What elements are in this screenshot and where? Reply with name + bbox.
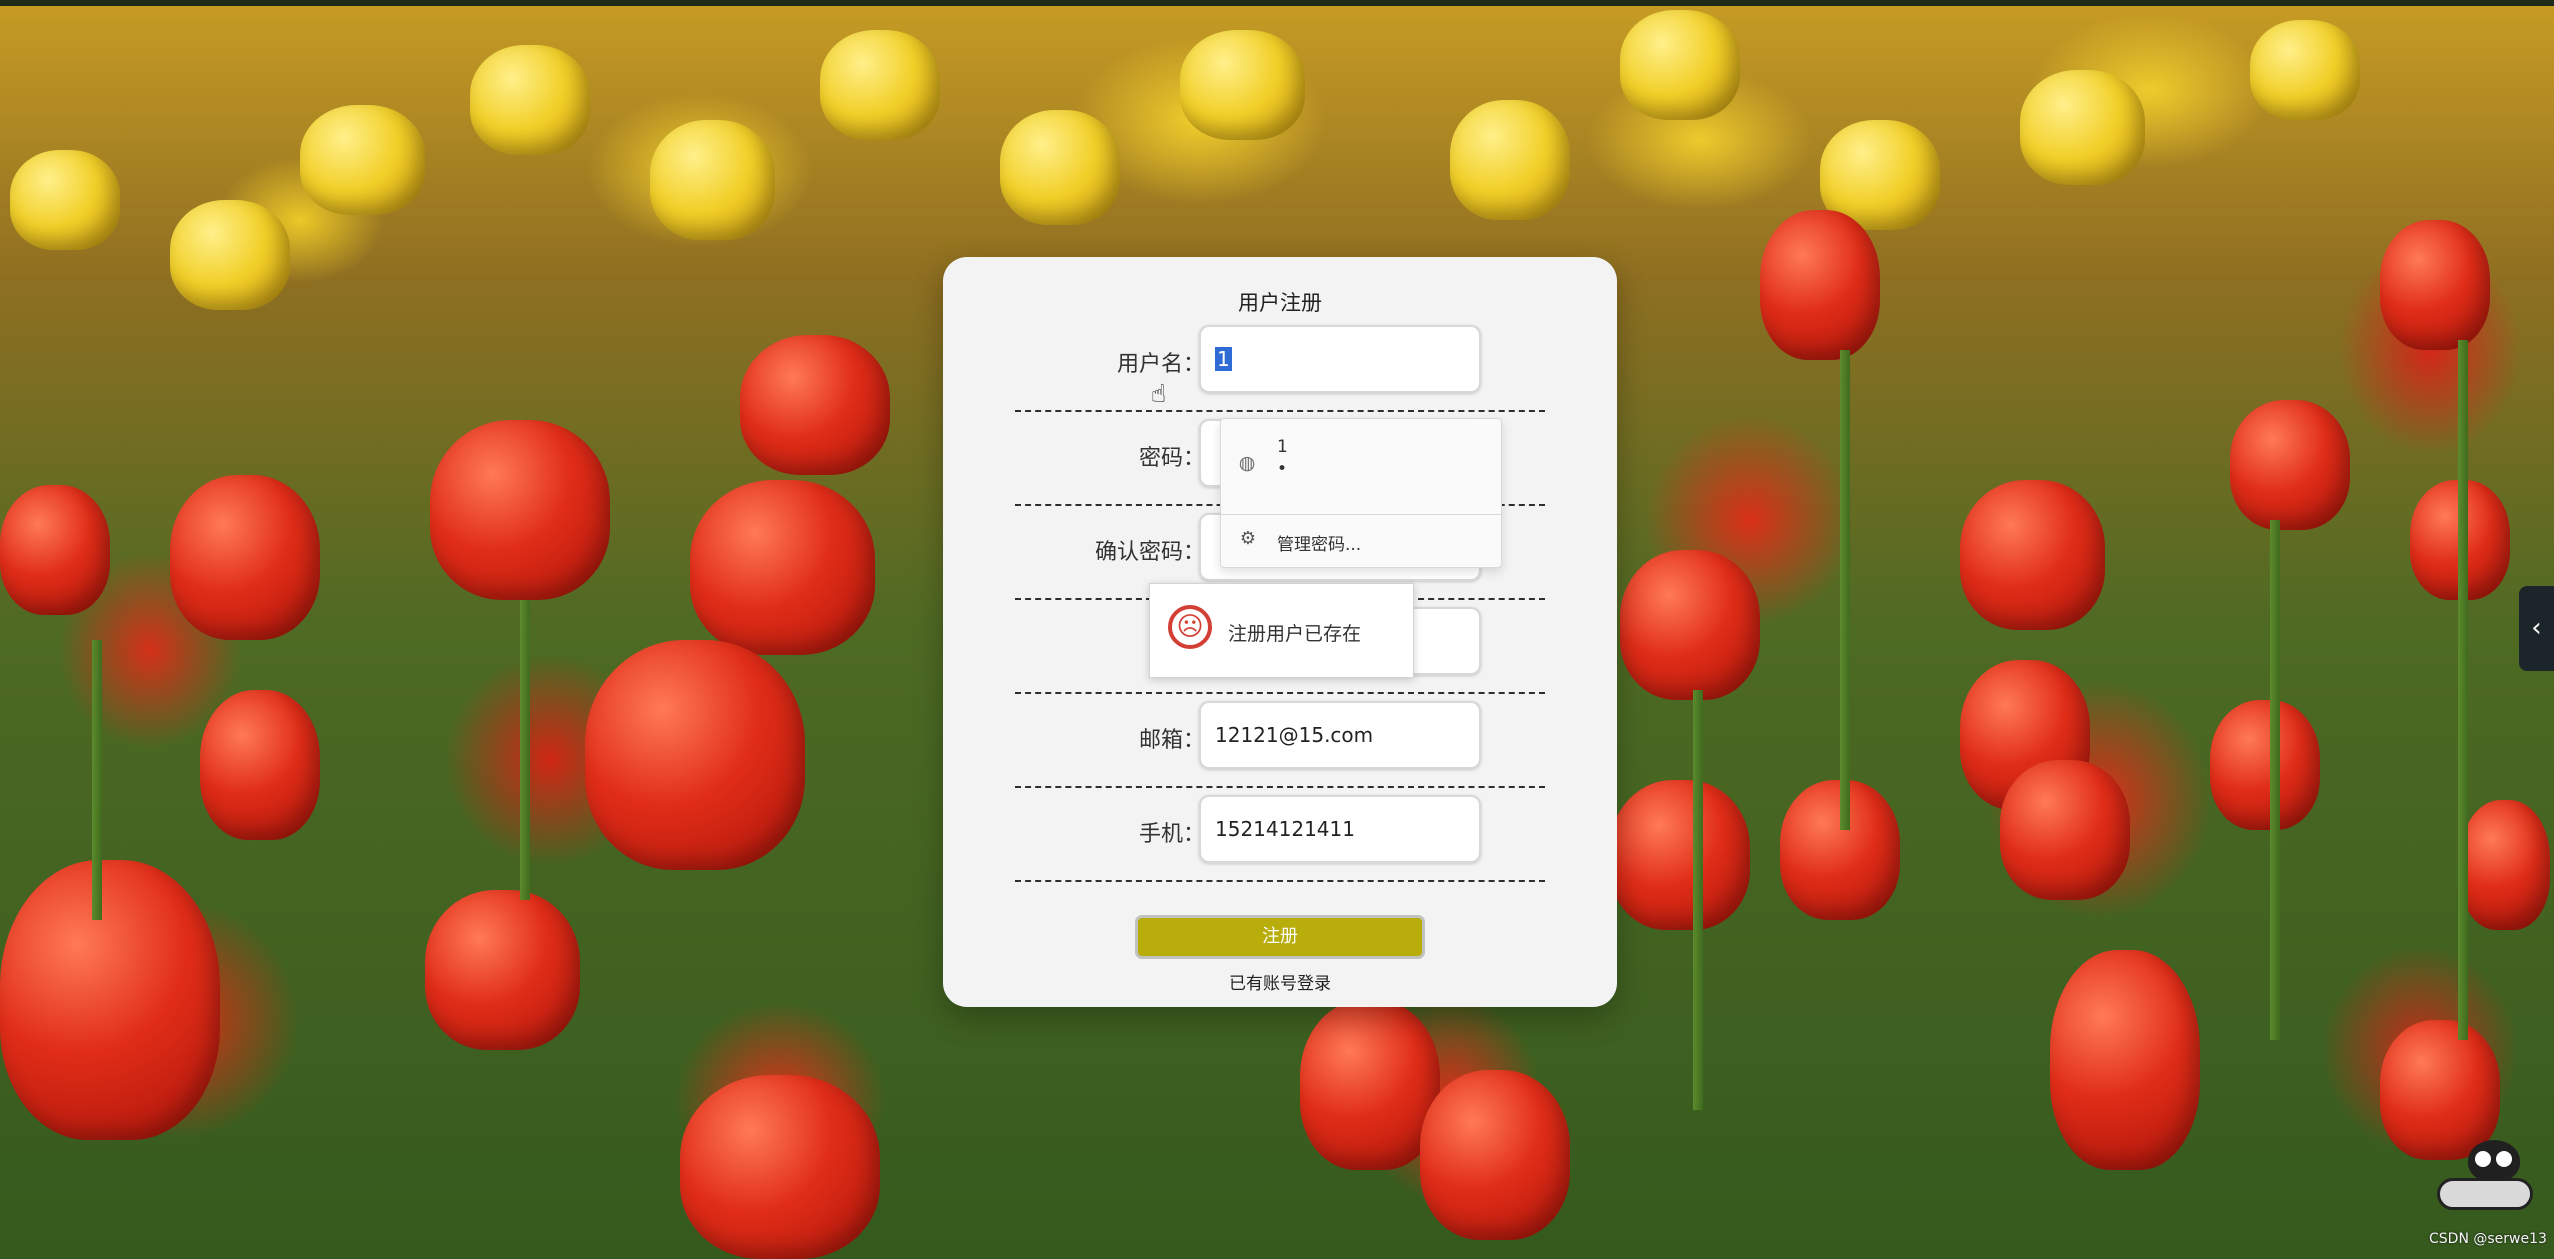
yellow-tulip <box>2250 20 2360 120</box>
email-row: 邮箱： 12121@15.com <box>1015 691 1545 788</box>
yellow-tulip <box>2020 70 2145 185</box>
yellow-tulip <box>470 45 590 155</box>
yellow-tulip <box>1000 110 1120 225</box>
red-tulip <box>740 335 890 475</box>
red-tulip <box>2230 400 2350 530</box>
red-tulip <box>0 860 220 1140</box>
gear-icon: ⚙ <box>1239 528 1257 549</box>
yellow-tulip <box>650 120 775 240</box>
red-tulip <box>0 485 110 615</box>
yellow-tulip <box>1450 100 1570 220</box>
mascot-eye <box>2475 1151 2491 1167</box>
login-link[interactable]: 已有账号登录 <box>943 969 1617 994</box>
red-tulip <box>585 640 805 870</box>
saved-credential-item[interactable]: ◍ 1 • <box>1221 419 1501 515</box>
yellow-tulip <box>820 30 940 140</box>
username-label: 用户名： <box>1116 352 1205 377</box>
red-tulip <box>1760 210 1880 360</box>
red-tulip <box>2380 220 2490 350</box>
email-input[interactable]: 12121@15.com <box>1199 701 1481 769</box>
page-title: 用户注册 <box>1238 291 1322 315</box>
phone-input[interactable]: 15214121411 <box>1199 795 1481 863</box>
red-tulip <box>1620 550 1760 700</box>
manage-passwords-item[interactable]: ⚙ 管理密码... <box>1221 515 1501 567</box>
tulip-stem <box>1840 350 1850 830</box>
yellow-tulip <box>1620 10 1740 120</box>
tulip-stem <box>2458 340 2468 1040</box>
tulip-stem <box>520 600 530 900</box>
phone-label: 手机： <box>1138 822 1205 847</box>
red-tulip <box>2000 760 2130 900</box>
yellow-tulip <box>170 200 290 310</box>
mascot-logo <box>2420 1132 2533 1210</box>
email-label: 邮箱： <box>1138 728 1205 753</box>
red-tulip <box>170 475 320 640</box>
top-border <box>0 0 2554 6</box>
password-label: 密码： <box>1138 446 1205 471</box>
tulip-stem <box>1693 690 1703 1110</box>
username-input[interactable]: 1 <box>1199 325 1481 393</box>
red-tulip <box>2050 950 2200 1170</box>
username-row: 用户名： 1 <box>1015 315 1545 412</box>
globe-icon: ◍ <box>1238 452 1256 474</box>
manage-passwords-label: 管理密码... <box>1277 535 1362 555</box>
hand-cursor-icon: ☝ <box>1151 379 1167 408</box>
tulip-stem <box>2270 520 2280 1040</box>
yellow-tulip <box>1180 30 1305 140</box>
register-button[interactable]: 注册 <box>1135 915 1425 959</box>
yellow-tulip <box>10 150 120 250</box>
red-tulip <box>2210 700 2320 830</box>
csdn-watermark: CSDN @serwe13 <box>2429 1231 2547 1247</box>
mascot-body <box>2437 1178 2533 1210</box>
red-tulip <box>1420 1070 1570 1240</box>
mascot-eye <box>2496 1151 2512 1167</box>
red-tulip <box>430 420 610 600</box>
error-toast: ☹ 注册用户已存在 <box>1149 583 1414 678</box>
chevron-left-icon[interactable]: ‹ <box>2519 586 2554 671</box>
red-tulip <box>2460 800 2550 930</box>
confirm-password-label: 确认密码： <box>1094 540 1205 565</box>
red-tulip <box>680 1075 880 1259</box>
tulip-stem <box>92 640 102 920</box>
red-tulip <box>200 690 320 840</box>
red-tulip <box>690 480 875 655</box>
red-tulip <box>425 890 580 1050</box>
red-tulip <box>1960 480 2105 630</box>
yellow-tulip <box>300 105 425 215</box>
saved-username: 1 <box>1277 437 1288 457</box>
password-autofill-dropdown: ◍ 1 • ⚙ 管理密码... <box>1220 418 1502 568</box>
saved-password-mask: • <box>1277 459 1288 479</box>
username-selected-value: 1 <box>1215 347 1232 371</box>
phone-row: 手机： 15214121411 <box>1015 785 1545 882</box>
red-tulip <box>1610 780 1750 930</box>
error-message: 注册用户已存在 <box>1228 623 1362 645</box>
red-tulip <box>1300 1000 1440 1170</box>
sad-face-icon: ☹ <box>1168 605 1212 649</box>
